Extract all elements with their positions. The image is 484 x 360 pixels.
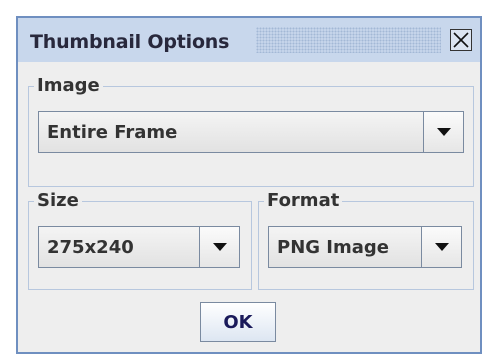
size-select-value: 275x240 xyxy=(47,237,134,258)
title-bar[interactable]: Thumbnail Options xyxy=(18,18,480,62)
format-select[interactable]: PNG Image xyxy=(268,226,462,268)
thumbnail-options-dialog: Thumbnail Options Image Entire Frame Siz… xyxy=(16,16,482,354)
ok-button[interactable]: OK xyxy=(200,302,276,342)
image-select-arrow[interactable] xyxy=(423,112,463,152)
chevron-down-icon xyxy=(437,128,451,136)
size-select[interactable]: 275x240 xyxy=(38,226,240,268)
size-select-arrow[interactable] xyxy=(199,227,239,267)
format-select-value: PNG Image xyxy=(277,237,389,258)
format-group-label: Format xyxy=(267,190,340,211)
image-select-value: Entire Frame xyxy=(47,122,178,143)
close-button[interactable] xyxy=(450,29,472,51)
title-bar-grip xyxy=(256,27,441,53)
format-select-arrow[interactable] xyxy=(421,227,461,267)
image-group-label: Image xyxy=(37,75,100,96)
close-icon xyxy=(453,32,469,48)
chevron-down-icon xyxy=(435,243,449,251)
size-group-label: Size xyxy=(37,190,79,211)
chevron-down-icon xyxy=(213,243,227,251)
dialog-title: Thumbnail Options xyxy=(30,31,230,53)
image-select[interactable]: Entire Frame xyxy=(38,111,464,153)
